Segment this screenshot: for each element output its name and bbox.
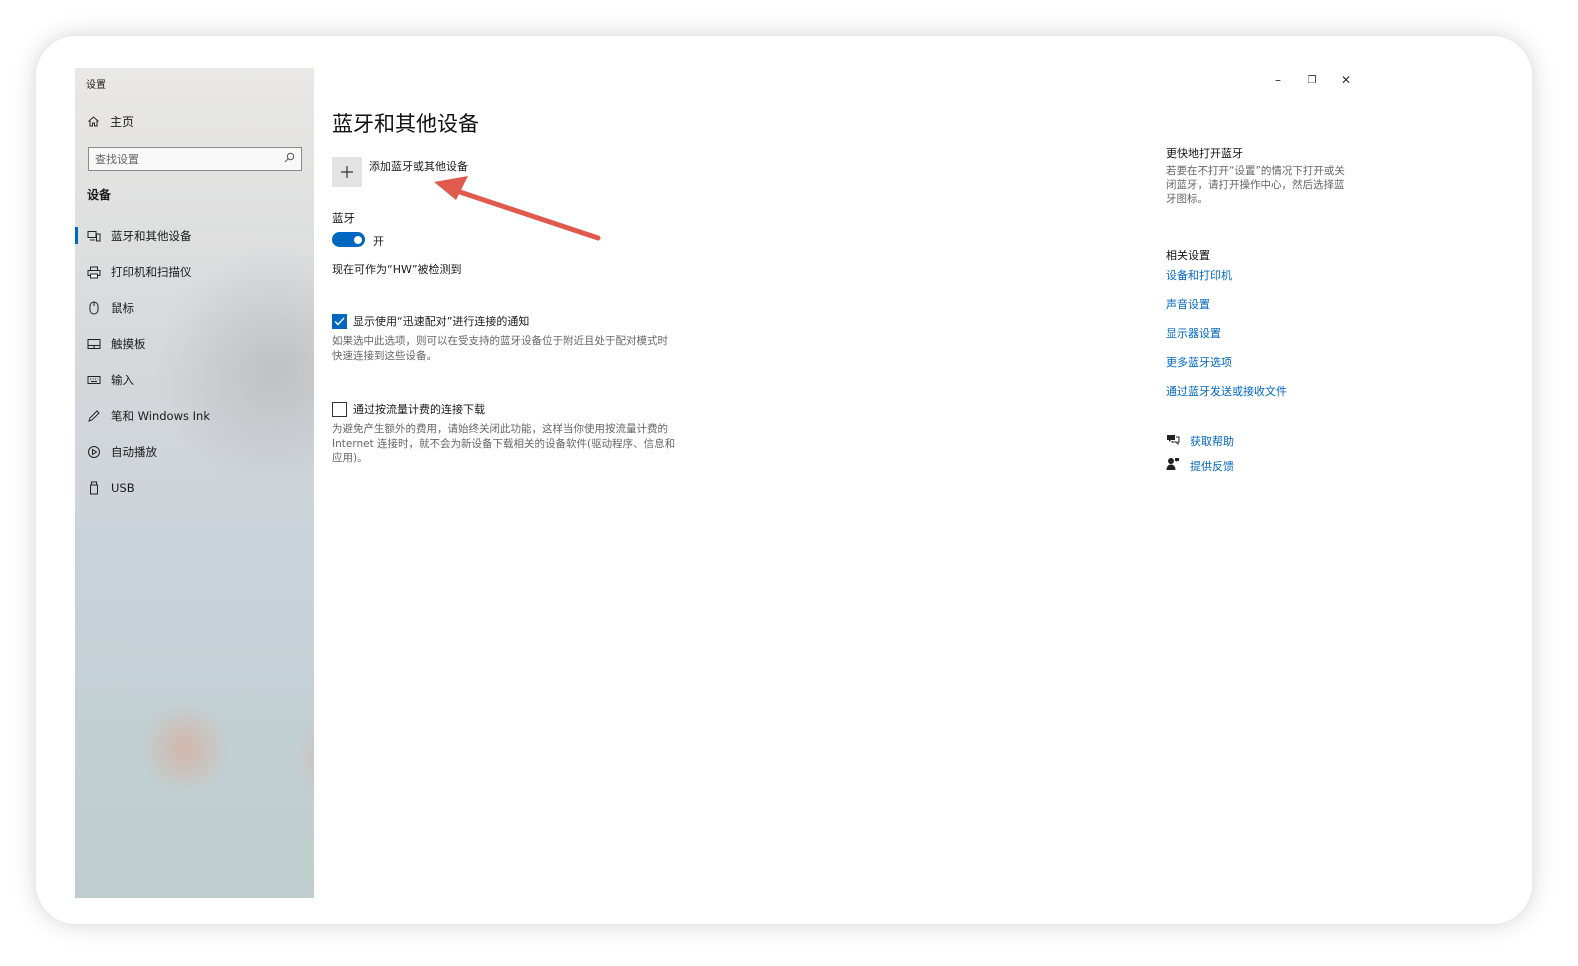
metered-checkbox[interactable]: [332, 401, 347, 417]
printer-icon: [87, 265, 101, 279]
swift-pair-checkbox-row[interactable]: 显示使用“迅速配对”进行连接的通知: [332, 313, 529, 329]
swift-pair-label: 显示使用“迅速配对”进行连接的通知: [353, 315, 530, 328]
add-device-label[interactable]: 添加蓝牙或其他设备: [369, 158, 468, 174]
link-more-bluetooth[interactable]: 更多蓝牙选项: [1166, 354, 1232, 370]
autoplay-icon: [87, 445, 101, 459]
sidebar-item-autoplay[interactable]: 自动播放: [75, 434, 314, 470]
toggle-state-label: 开: [373, 235, 384, 248]
add-device-button[interactable]: [332, 157, 362, 187]
pen-icon: [87, 409, 101, 423]
sidebar-item-bluetooth[interactable]: 蓝牙和其他设备: [75, 218, 314, 254]
sidebar-item-label: 打印机和扫描仪: [111, 265, 192, 279]
sidebar-item-printers[interactable]: 打印机和扫描仪: [75, 254, 314, 290]
home-nav-item[interactable]: 主页: [86, 113, 134, 130]
search-icon[interactable]: [284, 152, 295, 166]
search-input[interactable]: 查找设置: [88, 147, 302, 171]
related-settings-title: 相关设置: [1166, 249, 1210, 262]
section-heading: 设备: [87, 188, 112, 202]
link-display-settings[interactable]: 显示器设置: [1166, 325, 1221, 341]
discoverable-text: 现在可作为“HW”被检测到: [332, 263, 462, 276]
toggle-knob: [354, 235, 362, 244]
keyboard-icon: [87, 373, 101, 387]
mouse-icon: [87, 301, 101, 315]
sidebar-nav: 蓝牙和其他设备 打印机和扫描仪 鼠标 触摸板 输入 笔和 Windows Ink…: [75, 218, 314, 506]
search-placeholder: 查找设置: [95, 153, 139, 166]
help-chat-icon: [1166, 433, 1180, 449]
usb-icon: [87, 481, 101, 495]
bluetooth-toggle[interactable]: [332, 232, 365, 247]
link-send-receive-files[interactable]: 通过蓝牙发送或接收文件: [1166, 383, 1287, 399]
get-help-label: 获取帮助: [1190, 435, 1234, 448]
link-devices-printers[interactable]: 设备和打印机: [1166, 267, 1232, 283]
feedback-label: 提供反馈: [1190, 459, 1234, 473]
bluetooth-label: 蓝牙: [332, 211, 355, 225]
metered-checkbox-row[interactable]: 通过按流量计费的连接下载: [332, 401, 485, 417]
sidebar-item-label: 蓝牙和其他设备: [111, 229, 192, 243]
sidebar-item-label: 鼠标: [111, 301, 134, 315]
sidebar-item-usb[interactable]: USB: [75, 470, 314, 506]
quick-bluetooth-description: 若要在不打开“设置”的情况下打开或关闭蓝牙，请打开操作中心，然后选择蓝牙图标。: [1166, 165, 1345, 205]
touchpad-icon: [87, 337, 101, 351]
restore-button[interactable]: ❐: [1305, 73, 1319, 87]
sidebar-item-label: 笔和 Windows Ink: [111, 409, 210, 423]
bluetooth-devices-icon: [87, 229, 101, 243]
feedback-person-icon: [1166, 457, 1180, 474]
metered-description: 为避免产生额外的费用，请始终关闭此功能，这样当你使用按流量计费的 Interne…: [332, 423, 676, 464]
swift-pair-description: 如果选中此选项，则可以在受支持的蓝牙设备位于附近且处于配对模式时快速连接到这些设…: [332, 335, 668, 362]
sidebar-item-input[interactable]: 输入: [75, 362, 314, 398]
page-title: 蓝牙和其他设备: [332, 112, 479, 136]
swift-pair-checkbox[interactable]: [332, 313, 347, 329]
link-sound-settings[interactable]: 声音设置: [1166, 296, 1210, 312]
home-icon: [86, 115, 100, 129]
minimize-button[interactable]: –: [1271, 73, 1285, 87]
get-help-link[interactable]: 获取帮助: [1166, 433, 1234, 449]
sidebar-item-touchpad[interactable]: 触摸板: [75, 326, 314, 362]
sidebar-item-pen[interactable]: 笔和 Windows Ink: [75, 398, 314, 434]
metered-label: 通过按流量计费的连接下载: [353, 403, 485, 416]
quick-bluetooth-title: 更快地打开蓝牙: [1166, 147, 1243, 160]
sidebar-item-label: 触摸板: [111, 337, 146, 351]
window-title: 设置: [86, 80, 106, 91]
close-button[interactable]: ✕: [1339, 73, 1353, 87]
sidebar-item-label: 自动播放: [111, 445, 157, 459]
home-label: 主页: [110, 115, 135, 129]
sidebar-item-label: USB: [111, 481, 135, 495]
sidebar: 设置 主页 查找设置 设备 蓝牙和其他设备 打印机和扫描仪 鼠标 触摸板 输入 …: [75, 68, 314, 898]
plus-icon: [341, 163, 353, 182]
feedback-link[interactable]: 提供反馈: [1166, 457, 1234, 474]
sidebar-item-label: 输入: [111, 373, 134, 387]
sidebar-item-mouse[interactable]: 鼠标: [75, 290, 314, 326]
